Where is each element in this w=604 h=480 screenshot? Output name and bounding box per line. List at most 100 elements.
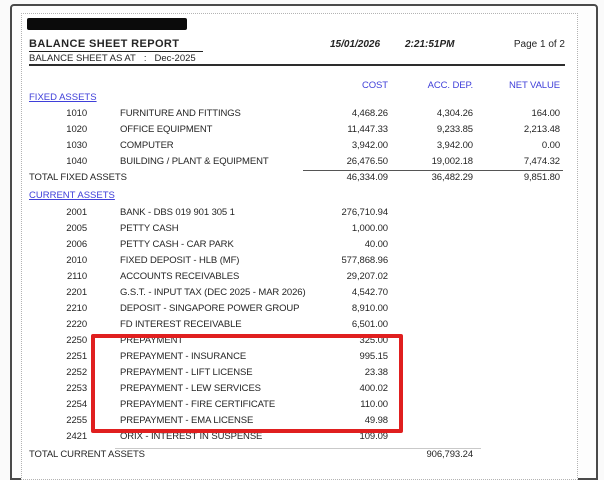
account-row: 2006 PETTY CASH - CAR PARK 40.00 bbox=[29, 237, 560, 253]
column-headers: COST ACC. DEP. NET VALUE bbox=[29, 78, 560, 94]
fixed-assets-total-acc-dep: 36,482.29 bbox=[431, 172, 473, 183]
account-cost: 23.38 bbox=[364, 367, 388, 378]
account-name: COMPUTER bbox=[120, 140, 174, 151]
account-cost: 49.98 bbox=[364, 415, 388, 426]
account-net-value: 164.00 bbox=[531, 108, 561, 119]
account-code: 2010 bbox=[66, 255, 87, 266]
account-net-value: 7,474.32 bbox=[523, 156, 560, 167]
account-name: G.S.T. - INPUT TAX (DEC 2025 - MAR 2026) bbox=[120, 287, 306, 298]
account-cost: 8,910.00 bbox=[351, 303, 388, 314]
account-cost: 400.02 bbox=[359, 383, 389, 394]
page-number: Page 1 of 2 bbox=[513, 39, 565, 50]
account-name: OFFICE EQUIPMENT bbox=[120, 124, 213, 135]
account-code: 2210 bbox=[66, 303, 87, 314]
account-row: 2253 PREPAYMENT - LEW SERVICES 400.02 bbox=[29, 381, 560, 397]
account-row: 2010 FIXED DEPOSIT - HLB (MF) 577,868.96 bbox=[29, 253, 560, 269]
account-code: 2251 bbox=[66, 351, 87, 362]
account-name: ORIX - INTEREST IN SUSPENSE bbox=[120, 431, 263, 442]
account-name: BUILDING / PLANT & EQUIPMENT bbox=[120, 156, 269, 167]
fixed-assets-total-row: TOTAL FIXED ASSETS 46,334.09 36,482.29 9… bbox=[29, 170, 560, 186]
account-name: PREPAYMENT bbox=[120, 335, 184, 346]
account-cost: 1,000.00 bbox=[351, 223, 388, 234]
account-cost: 40.00 bbox=[364, 239, 388, 250]
account-name: PREPAYMENT - LEW SERVICES bbox=[120, 383, 261, 394]
current-assets-rows: 2001 BANK - DBS 019 901 305 1 276,710.94… bbox=[29, 205, 560, 445]
account-row: 2254 PREPAYMENT - FIRE CERTIFICATE 110.0… bbox=[29, 397, 560, 413]
account-name: PETTY CASH - CAR PARK bbox=[120, 239, 234, 250]
account-code: 2005 bbox=[66, 223, 87, 234]
account-row: 2001 BANK - DBS 019 901 305 1 276,710.94 bbox=[29, 205, 560, 221]
account-name: PETTY CASH bbox=[120, 223, 179, 234]
report-date: 15/01/2026 bbox=[330, 39, 381, 50]
fixed-assets-rows: 1010 FURNITURE AND FITTINGS 4,468.26 4,3… bbox=[29, 106, 560, 170]
account-row: 2255 PREPAYMENT - EMA LICENSE 49.98 bbox=[29, 413, 560, 429]
account-cost: 6,501.00 bbox=[351, 319, 388, 330]
account-cost: 4,542.70 bbox=[351, 287, 388, 298]
account-cost: 995.15 bbox=[359, 351, 389, 362]
current-assets-total-label: TOTAL CURRENT ASSETS bbox=[29, 449, 145, 460]
account-name: DEPOSIT - SINGAPORE POWER GROUP bbox=[120, 303, 300, 314]
as-at-label: BALANCE SHEET AS AT bbox=[29, 53, 136, 64]
account-name: PREPAYMENT - EMA LICENSE bbox=[120, 415, 254, 426]
account-code: 1030 bbox=[66, 140, 87, 151]
column-header-acc-dep: ACC. DEP. bbox=[427, 80, 473, 91]
account-code: 2250 bbox=[66, 335, 87, 346]
account-acc-dep: 9,233.85 bbox=[436, 124, 473, 135]
company-name-redacted bbox=[27, 18, 187, 30]
account-code: 2201 bbox=[66, 287, 87, 298]
account-cost: 109.09 bbox=[359, 431, 389, 442]
section-heading-fixed-assets[interactable]: FIXED ASSETS bbox=[29, 92, 97, 103]
account-cost: 577,868.96 bbox=[341, 255, 388, 266]
as-at-value: Dec-2025 bbox=[154, 53, 196, 64]
account-code: 2252 bbox=[66, 367, 87, 378]
account-cost: 110.00 bbox=[360, 399, 388, 410]
account-row: 2251 PREPAYMENT - INSURANCE 995.15 bbox=[29, 349, 560, 365]
account-code: 2253 bbox=[66, 383, 87, 394]
as-at-line: BALANCE SHEET AS AT: Dec-2025 bbox=[29, 53, 196, 64]
account-name: PREPAYMENT - INSURANCE bbox=[120, 351, 247, 362]
account-cost: 325.00 bbox=[359, 335, 389, 346]
account-row: 1020 OFFICE EQUIPMENT 11,447.33 9,233.85… bbox=[29, 122, 560, 138]
account-row: 1030 COMPUTER 3,942.00 3,942.00 0.00 bbox=[29, 138, 560, 154]
account-code: 2006 bbox=[66, 239, 87, 250]
account-net-value: 0.00 bbox=[541, 140, 560, 151]
fixed-assets-total-label: TOTAL FIXED ASSETS bbox=[29, 172, 127, 183]
account-row: 1040 BUILDING / PLANT & EQUIPMENT 26,476… bbox=[29, 154, 560, 170]
column-header-cost: COST bbox=[362, 80, 388, 91]
account-cost: 29,207.02 bbox=[346, 271, 388, 282]
account-cost: 4,468.26 bbox=[351, 108, 388, 119]
account-name: BANK - DBS 019 901 305 1 bbox=[120, 207, 235, 218]
account-code: 2001 bbox=[66, 207, 87, 218]
account-cost: 276,710.94 bbox=[341, 207, 388, 218]
account-code: 1010 bbox=[66, 108, 87, 119]
as-at-separator: : bbox=[143, 53, 147, 64]
account-cost: 26,476.50 bbox=[346, 156, 388, 167]
current-assets-total-row: TOTAL CURRENT ASSETS 906,793.24 bbox=[29, 447, 560, 463]
current-assets-total-value: 906,793.24 bbox=[426, 449, 473, 460]
account-row: 2250 PREPAYMENT 325.00 bbox=[29, 333, 560, 349]
account-cost: 3,942.00 bbox=[351, 140, 388, 151]
column-header-net-value: NET VALUE bbox=[508, 80, 560, 91]
account-row: 2220 FD INTEREST RECEIVABLE 6,501.00 bbox=[29, 317, 560, 333]
account-row: 2421 ORIX - INTEREST IN SUSPENSE 109.09 bbox=[29, 429, 560, 445]
account-net-value: 2,213.48 bbox=[523, 124, 560, 135]
account-row: 2005 PETTY CASH 1,000.00 bbox=[29, 221, 560, 237]
account-name: FURNITURE AND FITTINGS bbox=[120, 108, 241, 119]
account-name: PREPAYMENT - FIRE CERTIFICATE bbox=[120, 399, 276, 410]
account-code: 1040 bbox=[66, 156, 87, 167]
account-row: 2210 DEPOSIT - SINGAPORE POWER GROUP 8,9… bbox=[29, 301, 560, 317]
account-code: 2254 bbox=[66, 399, 87, 410]
fixed-assets-total-net: 9,851.80 bbox=[523, 172, 560, 183]
report-title: BALANCE SHEET REPORT bbox=[29, 38, 204, 52]
account-name: FIXED DEPOSIT - HLB (MF) bbox=[120, 255, 240, 266]
report-preview: { "header": { "company_name_redacted": t… bbox=[0, 0, 604, 480]
section-heading-current-assets[interactable]: CURRENT ASSETS bbox=[29, 190, 115, 201]
account-code: 2220 bbox=[66, 319, 87, 330]
account-code: 2421 bbox=[66, 431, 87, 442]
account-code: 2255 bbox=[66, 415, 87, 426]
account-name: ACCOUNTS RECEIVABLES bbox=[120, 271, 240, 282]
account-acc-dep: 3,942.00 bbox=[436, 140, 473, 151]
account-acc-dep: 19,002.18 bbox=[431, 156, 473, 167]
account-code: 2110 bbox=[66, 271, 87, 282]
account-row: 2252 PREPAYMENT - LIFT LICENSE 23.38 bbox=[29, 365, 560, 381]
